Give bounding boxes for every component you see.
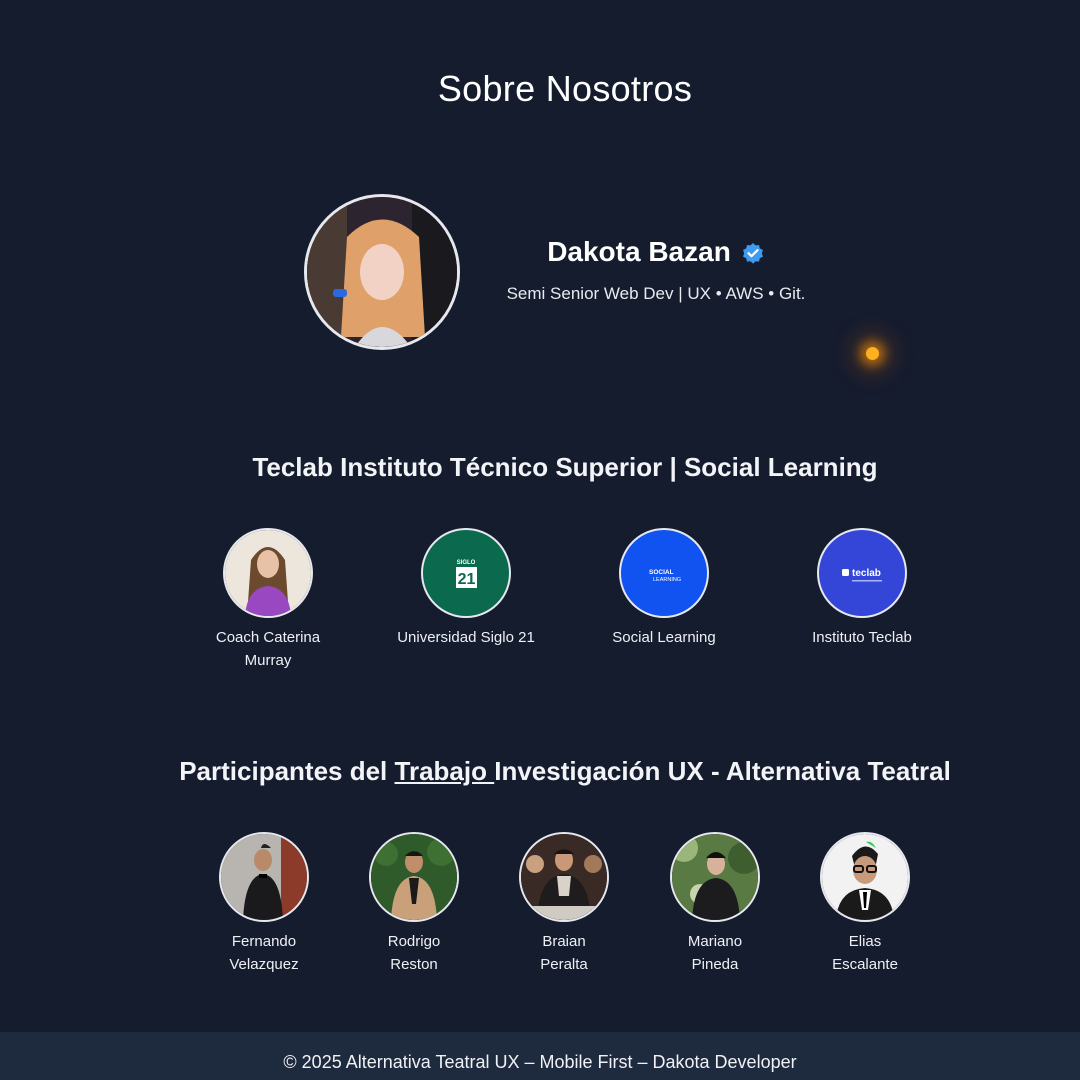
profile-name-row: Dakota Bazan [486,236,826,268]
svg-text:SIGLO: SIGLO [457,560,476,566]
card-label: Braian Peralta [540,933,588,973]
fernando-avatar [219,832,309,922]
participants-title-suffix: Investigación UX - Alternativa Teatral [494,756,951,786]
card-label: Social Learning [612,629,716,646]
participant-card-elias[interactable]: Elias Escalante [819,832,911,976]
siglo21-logo-icon: SIGLO 21 [421,528,511,618]
participants-title-link[interactable]: Trabajo [395,756,495,786]
verified-badge-icon [741,240,765,264]
caterina-avatar [223,528,313,618]
participant-card-braian[interactable]: Braian Peralta [518,832,610,976]
page-title: Sobre Nosotros [437,68,693,109]
profile-photo [307,197,457,347]
braian-avatar [519,832,609,922]
card-label: Elias Escalante [832,933,898,973]
card-label: Coach Caterina Murray [215,629,321,669]
institution-card-social-learning[interactable]: SOCIAL LEARNING Social Learning [594,528,734,649]
svg-text:teclab: teclab [852,568,881,579]
social-learning-logo-icon: SOCIAL LEARNING [619,528,709,618]
participant-card-mariano[interactable]: Mariano Pineda [669,832,761,976]
footer-text: © 2025 Alternativa Teatral UX – Mobile F… [283,1052,797,1072]
elias-avatar [820,832,910,922]
participants-title: Participantes del Trabajo Investigación … [0,756,1080,787]
card-label: Mariano Pineda [687,933,743,973]
card-label: Rodrigo Reston [387,933,441,973]
participants-title-prefix: Participantes del [179,756,395,786]
svg-text:SOCIAL: SOCIAL [649,569,674,576]
about-page: Sobre Nosotros Dakota Bazan Semi Senior … [0,0,1080,1080]
card-label: Instituto Teclab [812,629,912,646]
profile-name: Dakota Bazan [547,236,731,267]
teclab-logo-icon: teclab [817,528,907,618]
mariano-avatar [670,832,760,922]
institutions-title: Teclab Instituto Técnico Superior | Soci… [252,452,878,482]
card-label: Fernando Velazquez [229,933,299,973]
institution-card-siglo21[interactable]: SIGLO 21 Universidad Siglo 21 [396,528,536,649]
participant-card-rodrigo[interactable]: Rodrigo Reston [368,832,460,976]
institution-card-teclab[interactable]: teclab Instituto Teclab [792,528,932,649]
institution-card-caterina[interactable]: Coach Caterina Murray [198,528,338,672]
profile-avatar [304,194,460,350]
rodrigo-avatar [369,832,459,922]
card-label: Universidad Siglo 21 [397,629,535,646]
profile-role: Semi Senior Web Dev | UX • AWS • Git. [506,284,806,303]
svg-text:LEARNING: LEARNING [653,577,681,583]
glow-dot-decoration [866,347,879,360]
page-footer: © 2025 Alternativa Teatral UX – Mobile F… [0,1032,1080,1080]
svg-text:21: 21 [458,571,476,588]
participant-card-fernando[interactable]: Fernando Velazquez [209,832,319,976]
